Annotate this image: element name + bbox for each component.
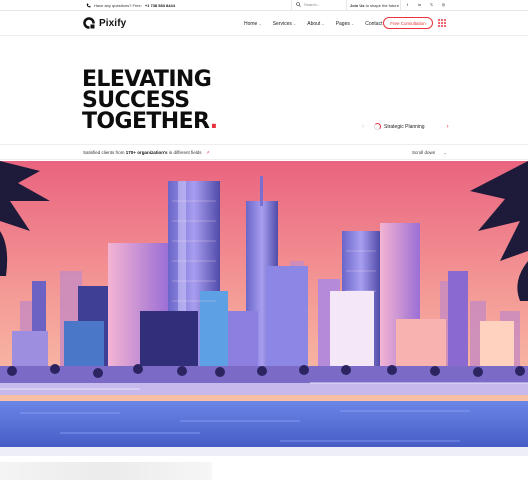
hero-title-line-last: TOGETHER. xyxy=(82,109,218,134)
hero-title-line: SUCCESS xyxy=(82,88,190,113)
nav-label: Contact xyxy=(365,21,383,27)
chevron-down-icon: ⌄ xyxy=(443,150,448,155)
join-us-link[interactable]: Join Us to shape the future xyxy=(350,3,399,8)
hero-title-word: TOGETHER xyxy=(82,109,210,134)
slider-prev-icon[interactable]: ‹ xyxy=(362,124,364,130)
nav-item-home[interactable]: Home⌄ xyxy=(244,21,262,27)
social-links: f in 𝕏 ◎ xyxy=(405,2,446,7)
top-bar: Have any questions? Free: +1 738 583 844… xyxy=(0,0,528,11)
chevron-down-icon: ⌄ xyxy=(258,21,262,26)
phone-icon xyxy=(86,3,91,8)
nav-item-pages[interactable]: Pages⌄ xyxy=(336,21,355,27)
free-consultation-button[interactable]: Free Consultation xyxy=(383,17,433,29)
city-skyline-image xyxy=(0,161,528,456)
apps-grid-icon[interactable] xyxy=(438,19,446,27)
brand-name: Pixify xyxy=(99,18,127,29)
instagram-icon[interactable]: ◎ xyxy=(441,2,446,7)
join-bold: Join Us xyxy=(350,3,365,8)
logo-mark-icon xyxy=(83,17,96,30)
facebook-icon[interactable]: f xyxy=(405,2,410,7)
nav-menu: Home⌄ Services⌄ About⌄ Pages⌄ Contact xyxy=(244,21,382,27)
x-twitter-icon[interactable]: 𝕏 xyxy=(429,2,434,7)
progress-ring-icon xyxy=(374,123,381,130)
divider xyxy=(346,0,347,11)
question-text: Have any questions? Free: xyxy=(94,3,142,8)
linkedin-icon[interactable]: in xyxy=(417,2,422,7)
clients-count: 170+ xyxy=(125,150,136,155)
nav-item-contact[interactable]: Contact xyxy=(365,21,382,27)
scroll-label: Scroll down xyxy=(412,150,436,155)
nav-label: About xyxy=(307,21,321,27)
next-section-preview xyxy=(0,462,212,480)
nav-item-about[interactable]: About⌄ xyxy=(307,21,324,27)
search-box[interactable]: Search... xyxy=(296,2,320,7)
chevron-down-icon: ⌄ xyxy=(321,21,325,26)
nav-label: Home xyxy=(244,21,258,27)
hero-illustration xyxy=(0,161,528,456)
clients-mid: organization's xyxy=(137,150,168,155)
nav-label: Pages xyxy=(335,21,350,27)
hero-slider-nav: ‹ Strategic Planning › xyxy=(362,123,449,130)
hero-title-line: ELEVATING xyxy=(82,67,212,92)
hero-title: ELEVATING SUCCESS TOGETHER. xyxy=(82,67,218,134)
accent-dot: . xyxy=(209,109,218,134)
phone-info[interactable]: Have any questions? Free: +1 738 583 844… xyxy=(86,3,175,8)
nav-label: Services xyxy=(272,21,292,27)
scroll-down-link[interactable]: Scroll down ⌄ xyxy=(412,150,447,156)
search-icon xyxy=(296,2,301,7)
slide-label: Strategic Planning xyxy=(384,123,425,130)
info-bar: Satisfied clients from 170+ organization… xyxy=(0,144,528,160)
nav-item-services[interactable]: Services⌄ xyxy=(273,21,297,27)
bottom-strip xyxy=(0,458,528,480)
clients-text: Satisfied clients from 170+ organization… xyxy=(83,150,210,156)
main-nav: Pixify Home⌄ Services⌄ About⌄ Pages⌄ Con… xyxy=(0,11,528,36)
divider xyxy=(400,0,401,11)
join-rest: to shape the future xyxy=(365,3,399,8)
clients-post: in different fields xyxy=(168,150,202,155)
slider-next-icon[interactable]: › xyxy=(447,124,449,130)
arrow-up-right-icon[interactable]: ↗ xyxy=(206,150,210,155)
divider xyxy=(291,0,292,11)
chevron-down-icon: ⌄ xyxy=(350,21,355,26)
chevron-down-icon: ⌄ xyxy=(292,21,297,26)
brand-logo[interactable]: Pixify xyxy=(83,17,126,30)
phone-number[interactable]: +1 738 583 8444 xyxy=(145,3,175,8)
clients-pre: Satisfied clients from xyxy=(83,150,125,155)
search-input[interactable]: Search... xyxy=(304,2,320,7)
